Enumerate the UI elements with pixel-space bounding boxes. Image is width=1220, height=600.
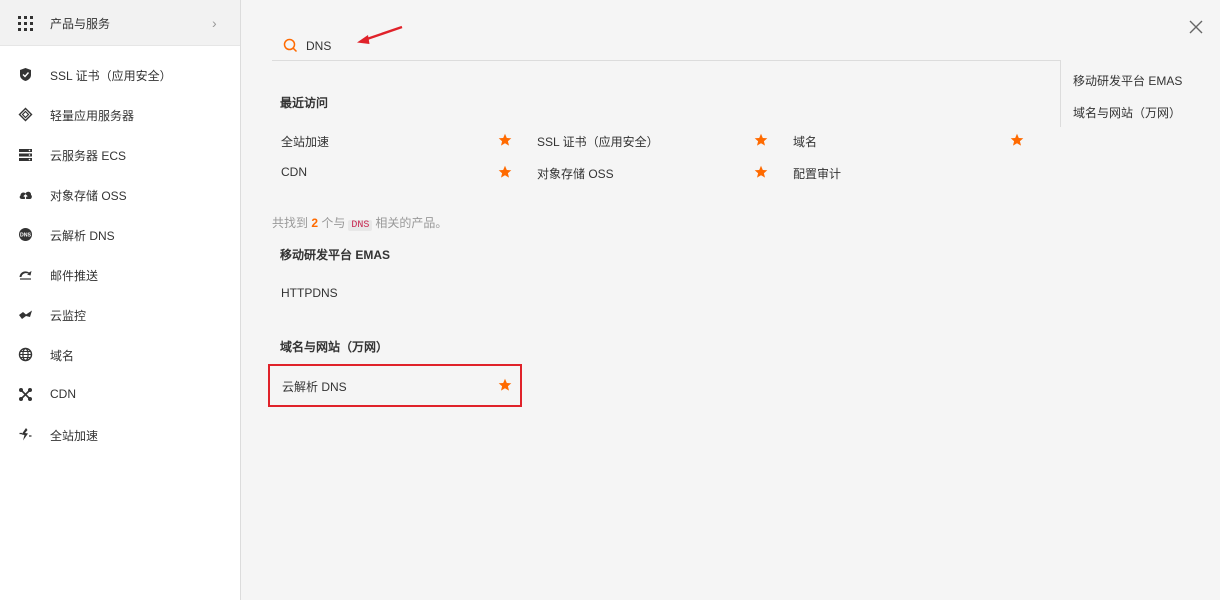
accelerate-icon <box>19 428 32 441</box>
sidebar-item-oss[interactable]: 对象存储 OSS <box>0 174 240 214</box>
recent-item-label: 全站加速 <box>281 135 330 149</box>
star-filled-icon[interactable] <box>754 165 768 179</box>
sidebar-item-label: 云解析 DNS <box>50 229 115 243</box>
star-filled-icon[interactable] <box>498 165 512 179</box>
sidebar-item-label: 云监控 <box>50 309 87 323</box>
result-mid: 个与 <box>321 216 346 230</box>
anchor-link-emas[interactable]: 移动研发平台 EMAS <box>1073 72 1182 89</box>
search-result-summary: 共找到 2 个与 DNS 相关的产品。 <box>272 214 447 231</box>
recent-item[interactable]: 全站加速 <box>281 130 521 150</box>
recent-item-label: 对象存储 OSS <box>537 167 614 181</box>
sidebar-item-label: 域名 <box>50 349 75 363</box>
sidebar-item-dns[interactable]: DNS 云解析 DNS <box>0 214 240 254</box>
sidebar-item-dcdn[interactable]: 全站加速 <box>0 414 240 454</box>
recent-item-label: 域名 <box>793 135 818 149</box>
result-prefix: 共找到 <box>272 216 309 230</box>
annotation-arrow <box>357 25 403 44</box>
star-filled-icon[interactable] <box>1010 133 1024 147</box>
sidebar-item-lightweight-server[interactable]: 轻量应用服务器 <box>0 94 240 134</box>
sidebar-item-label: 轻量应用服务器 <box>50 109 135 123</box>
recent-visits-title: 最近访问 <box>280 96 329 110</box>
product-link-cloud-dns[interactable]: 云解析 DNS <box>282 378 347 395</box>
sidebar-header-label: 产品与服务 <box>50 17 111 31</box>
sidebar-item-label: 云服务器 ECS <box>50 149 127 163</box>
layers-icon <box>18 107 33 122</box>
recent-item-label: 配置审计 <box>793 167 842 181</box>
recent-item[interactable]: SSL 证书（应用安全） <box>537 130 777 150</box>
products-and-services-header[interactable]: 产品与服务 › <box>0 0 240 46</box>
sidebar-item-ecs[interactable]: 云服务器 ECS <box>0 134 240 174</box>
recent-item-label: SSL 证书（应用安全） <box>537 135 659 149</box>
sidebar-item-label: 对象存储 OSS <box>50 189 127 203</box>
server-icon <box>19 149 32 161</box>
category-anchor-panel: 移动研发平台 EMAS 域名与网站（万网） <box>1060 60 1220 127</box>
star-filled-icon[interactable] <box>754 133 768 147</box>
search-icon <box>283 38 298 53</box>
recent-item[interactable]: 对象存储 OSS <box>537 162 777 182</box>
search-input[interactable] <box>306 36 606 56</box>
result-keyword: DNS <box>348 220 373 231</box>
product-link-httpdns[interactable]: HTTPDNS <box>281 286 338 300</box>
monitor-icon <box>19 310 32 319</box>
result-group-title: 移动研发平台 EMAS <box>280 248 391 262</box>
recent-item[interactable]: 配置审计 <box>793 162 1033 182</box>
star-filled-icon[interactable] <box>498 133 512 147</box>
recent-item[interactable]: CDN <box>281 162 521 182</box>
star-filled-icon[interactable] <box>498 378 512 392</box>
cloud-upload-icon <box>19 191 32 199</box>
anchor-link-domain-website[interactable]: 域名与网站（万网） <box>1073 104 1181 121</box>
sidebar-item-label: SSL 证书（应用安全） <box>50 69 172 83</box>
sidebar-item-cdn[interactable]: CDN <box>0 374 240 414</box>
mail-send-icon <box>19 271 32 280</box>
result-count: 2 <box>311 216 319 230</box>
sidebar-item-label: 邮件推送 <box>50 269 99 283</box>
sidebar-item-label: 全站加速 <box>50 429 99 443</box>
result-suffix: 相关的产品。 <box>375 216 448 230</box>
shield-icon <box>20 68 31 81</box>
product-search-panel: 最近访问 全站加速 SSL 证书（应用安全） 域名 CDN 对象存储 OSS 配… <box>241 0 1220 600</box>
chevron-right-icon: › <box>212 15 217 31</box>
dns-icon: DNS <box>19 228 32 241</box>
sidebar-item-cloud-monitor[interactable]: 云监控 <box>0 294 240 334</box>
recent-item-label: CDN <box>281 165 307 179</box>
grid-menu-icon <box>18 16 33 31</box>
sidebar-item-label: CDN <box>50 387 76 401</box>
sidebar: 产品与服务 › SSL 证书（应用安全） 轻量应用服务器 云服务器 ECS 对象… <box>0 0 241 600</box>
globe-icon <box>18 347 33 362</box>
cdn-icon <box>19 388 32 401</box>
sidebar-item-mail-push[interactable]: 邮件推送 <box>0 254 240 294</box>
sidebar-item-domain[interactable]: 域名 <box>0 334 240 374</box>
svg-text:DNS: DNS <box>20 233 31 239</box>
recent-item[interactable]: 域名 <box>793 130 1033 150</box>
sidebar-item-ssl[interactable]: SSL 证书（应用安全） <box>0 54 240 94</box>
close-icon[interactable] <box>1187 18 1205 36</box>
result-group-title: 域名与网站（万网） <box>280 340 389 354</box>
highlighted-result-dns[interactable]: 云解析 DNS <box>268 364 522 407</box>
